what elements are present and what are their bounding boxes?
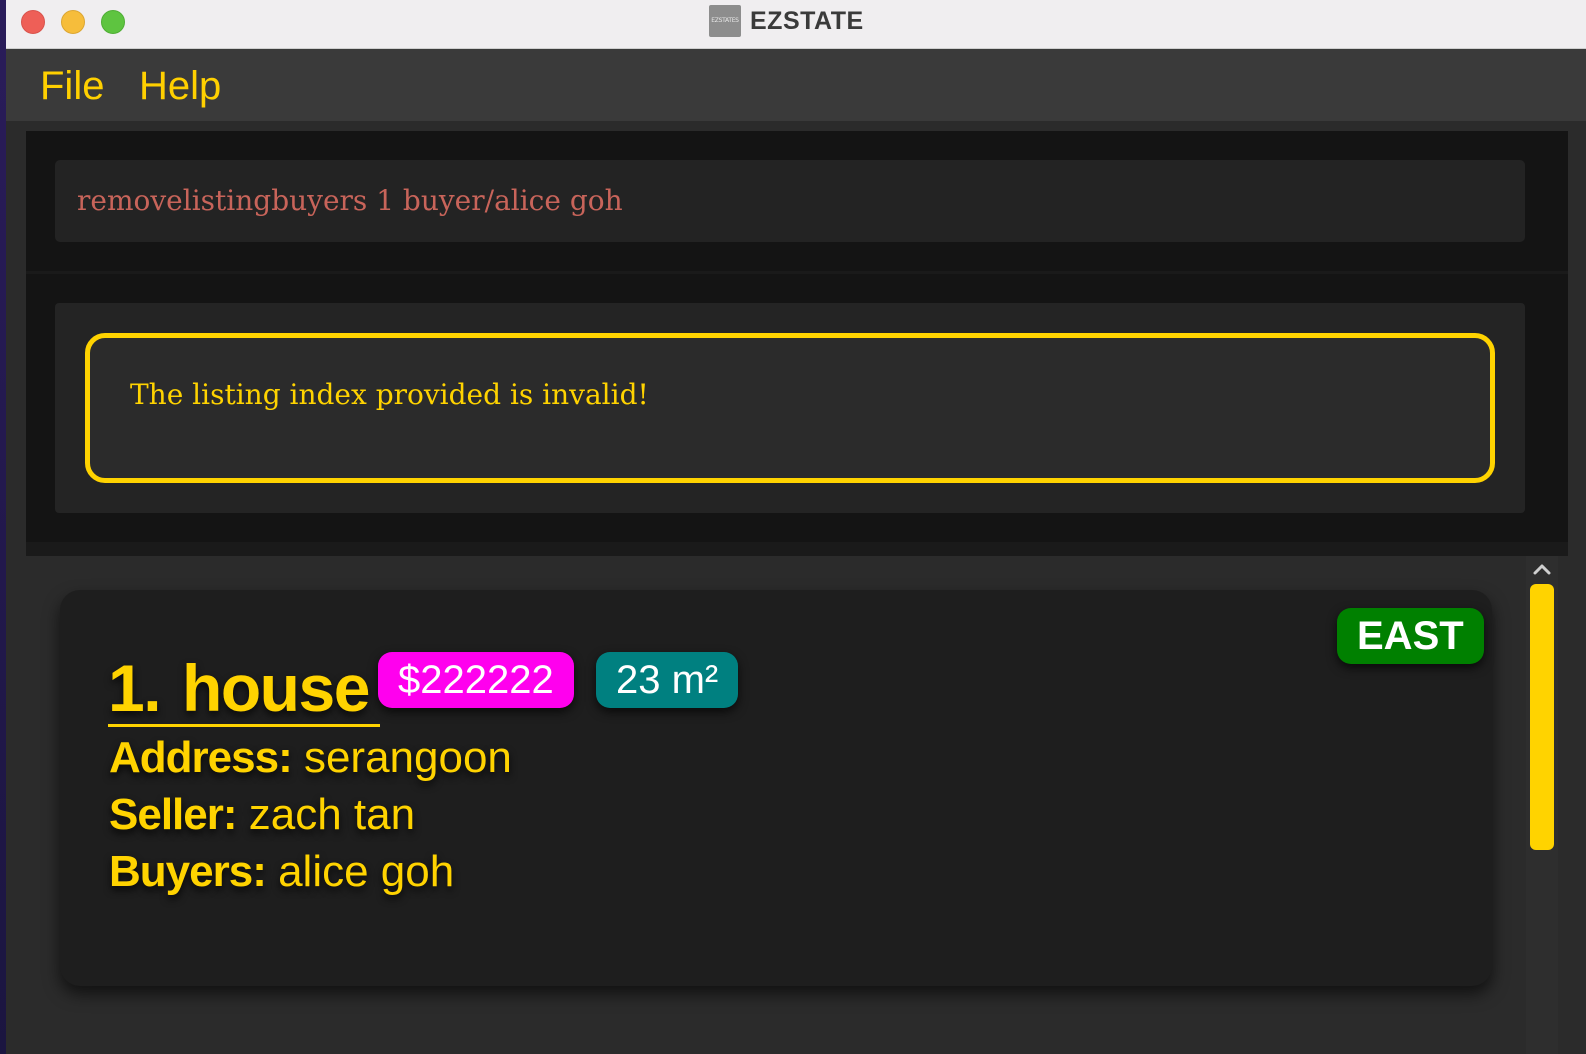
area-tag: 23 m² [596,652,739,708]
listing-card[interactable]: 1. house $222222 23 m² EAST Address: sera… [60,590,1492,986]
window-minimize-button[interactable] [61,10,85,34]
window-close-button[interactable] [21,10,45,34]
menu-file[interactable]: File [40,63,104,109]
command-input[interactable]: removelistingbuyers 1 buyer/alice goh [55,160,1525,242]
app-window: EZSTATES EZSTATE File Help removelisting… [6,0,1586,1054]
result-message-box: The listing index provided is invalid! [85,333,1495,483]
window-maximize-button[interactable] [101,10,125,34]
result-message: The listing index provided is invalid! [130,378,649,411]
address-value: serangoon [303,733,512,782]
result-display-container: The listing index provided is invalid! [26,274,1568,542]
address-label: Address: [109,733,293,782]
chevron-up-icon[interactable] [1532,560,1552,578]
buyers-value: alice goh [278,847,455,896]
listing-name: house [182,651,370,725]
listing-list-panel[interactable]: 1. house $222222 23 m² EAST Address: sera… [26,556,1568,1054]
listing-heading: 1. house [108,648,370,728]
buyers-row: Buyers: alice goh [109,846,454,898]
scrollbar-thumb[interactable] [1530,584,1554,850]
main-content: removelistingbuyers 1 buyer/alice goh Th… [26,131,1568,1054]
command-box-container: removelistingbuyers 1 buyer/alice goh [26,131,1568,271]
seller-value: zach tan [248,790,416,839]
title-underline [108,724,380,727]
window-title: EZSTATE [750,7,864,35]
listing-index: 1. [108,651,162,725]
menu-help[interactable]: Help [139,63,221,109]
buyers-label: Buyers: [109,847,267,896]
seller-label: Seller: [109,790,238,839]
menu-bar: File Help [6,49,1586,121]
seller-row: Seller: zach tan [109,789,415,841]
region-tag: EAST [1337,608,1484,664]
result-display-panel: The listing index provided is invalid! [55,303,1525,513]
title-bar: EZSTATES EZSTATE [6,0,1586,49]
listing-title: 1. house [108,648,370,728]
app-icon: EZSTATES [709,5,741,37]
address-row: Address: serangoon [109,732,512,784]
price-tag: $222222 [378,652,574,708]
listing-scrollbar[interactable] [1526,556,1558,1054]
